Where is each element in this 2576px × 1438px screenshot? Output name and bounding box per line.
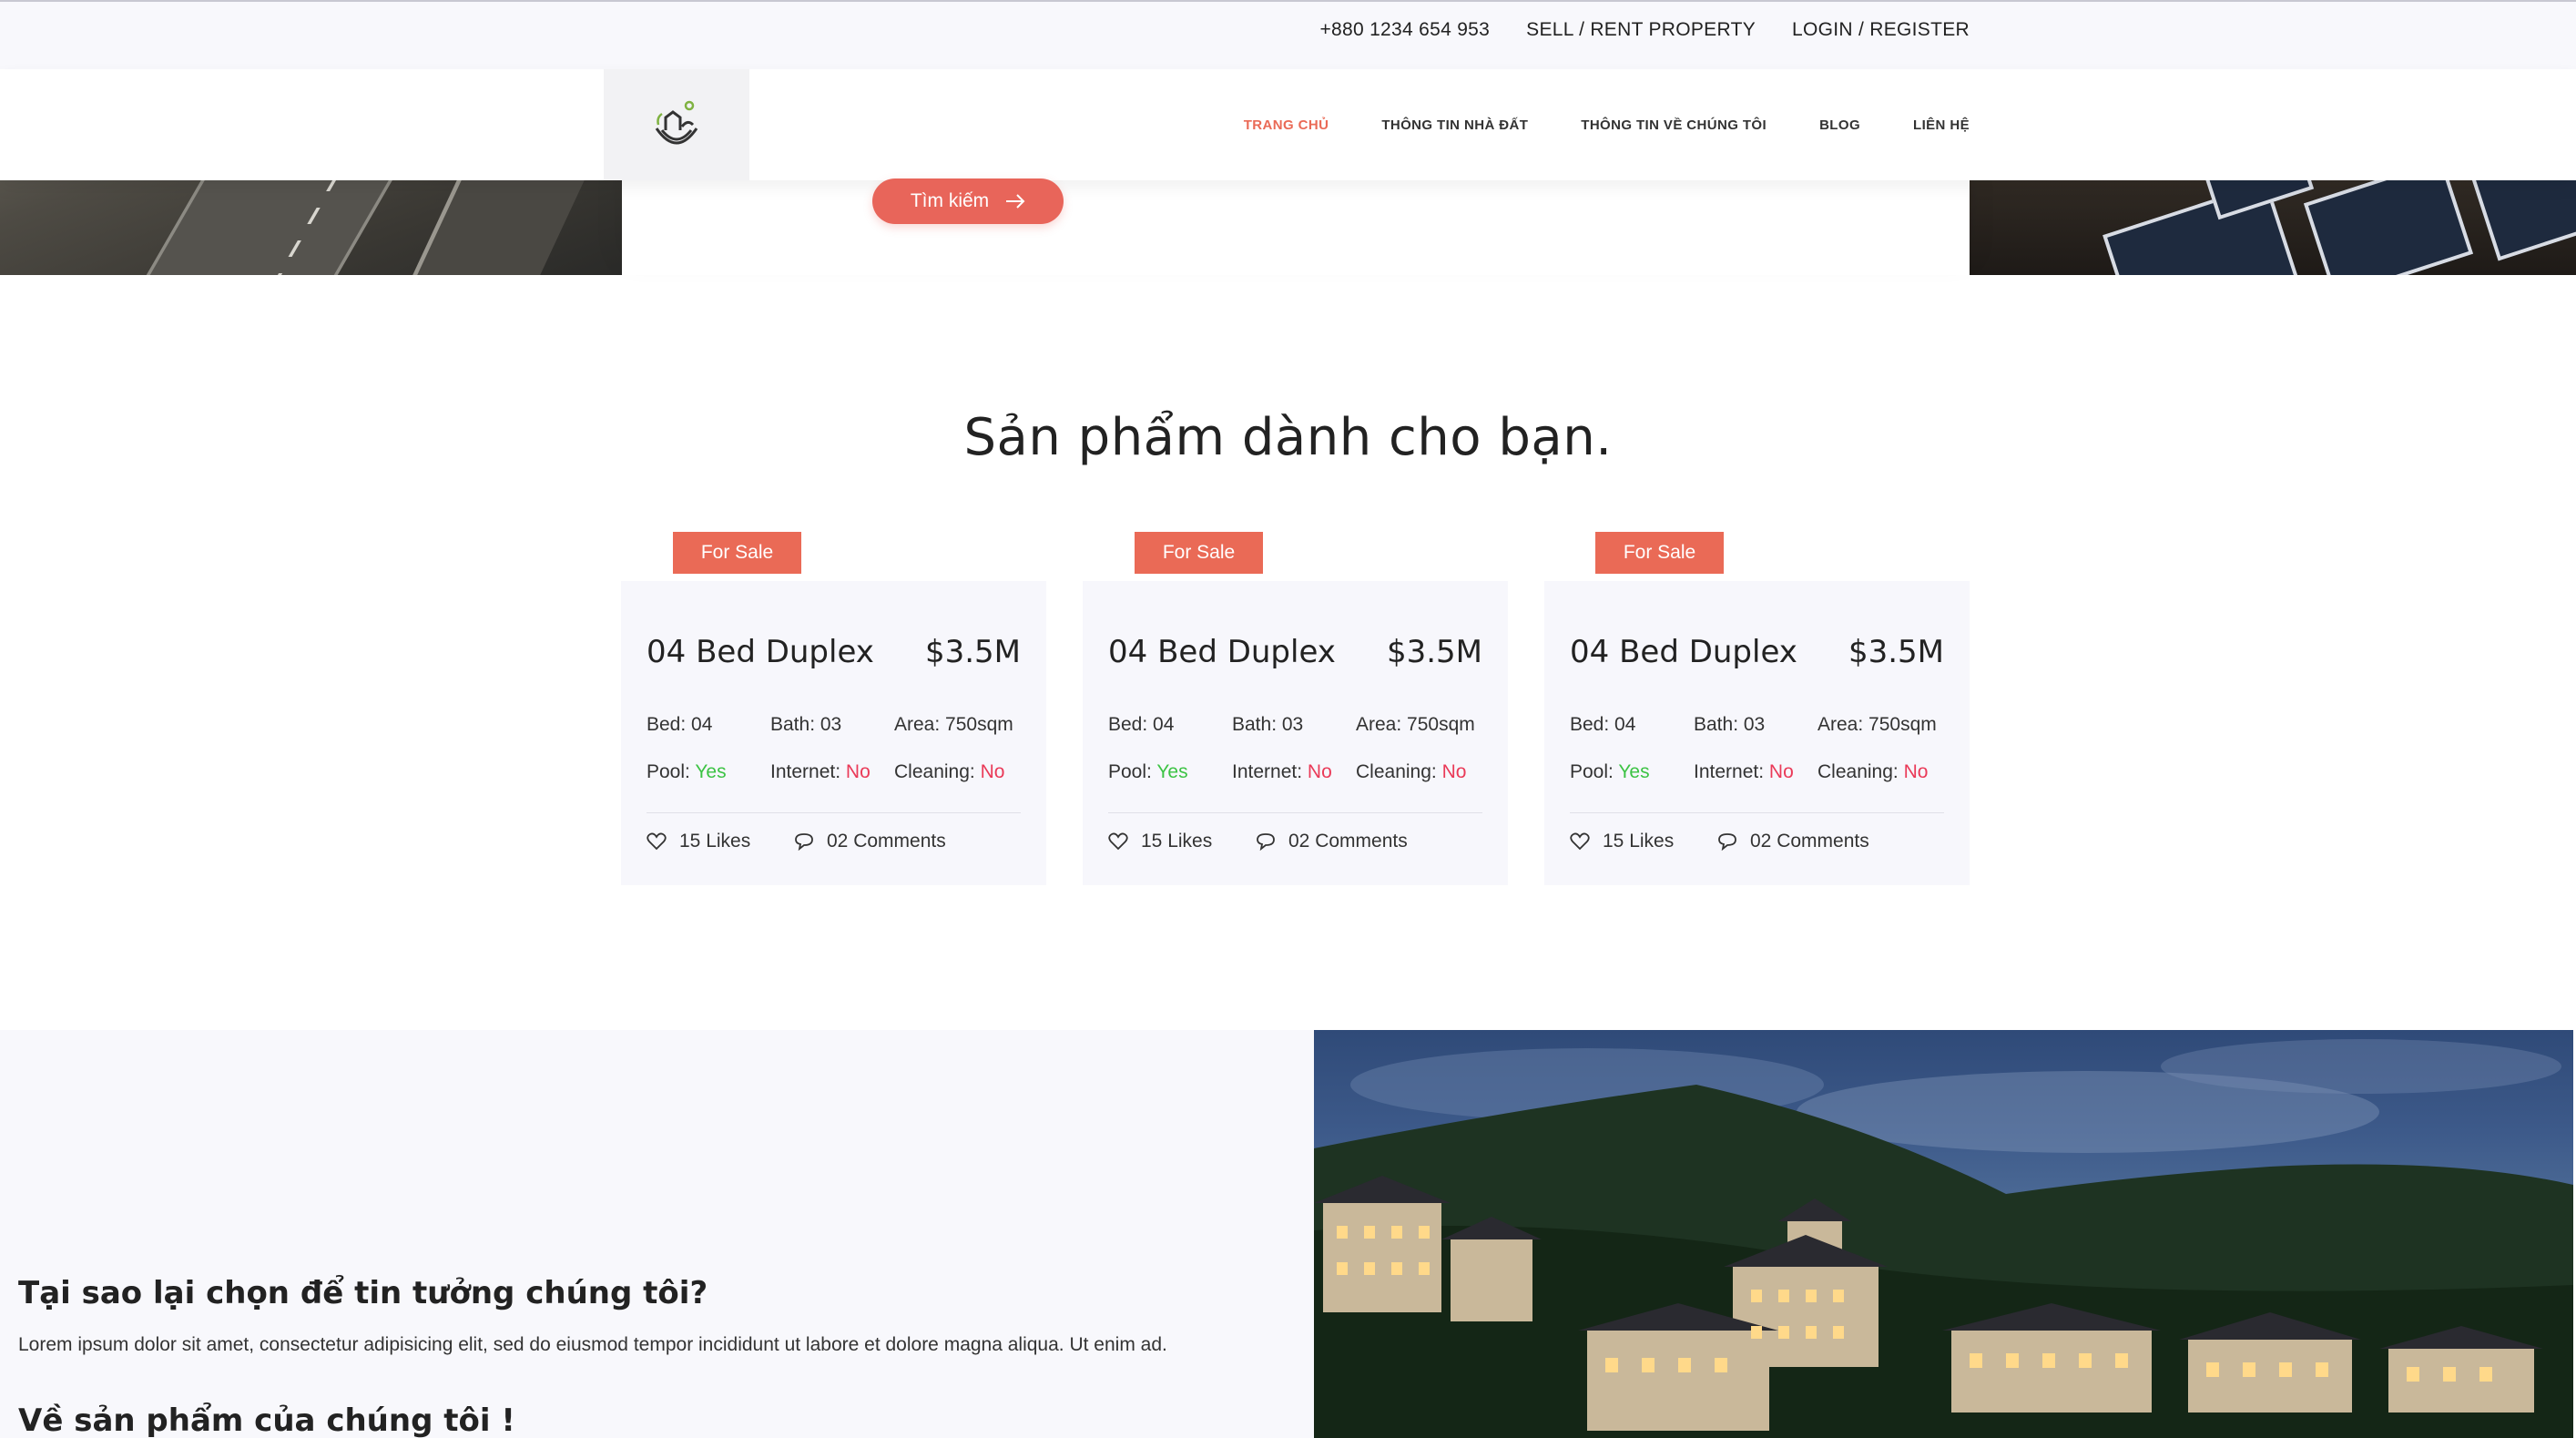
nav-menu: TRANG CHỦ THÔNG TIN NHÀ ĐẤT THÔNG TIN VỀ…	[1244, 69, 1970, 180]
comments-link[interactable]: 02 Comments	[1717, 831, 1869, 852]
bed-count: Bed: 04	[647, 714, 713, 735]
search-panel	[622, 178, 1970, 275]
products-section-title: Sản phẩm dành cho bạn.	[963, 408, 1613, 467]
area-value: Area: 750sqm	[894, 714, 1013, 735]
comments-link[interactable]: 02 Comments	[794, 831, 946, 852]
internet-spec: Internet: No	[770, 761, 871, 782]
internet-spec: Internet: No	[1232, 761, 1332, 782]
for-sale-badge: For Sale	[1135, 532, 1263, 574]
bath-count: Bath: 03	[1232, 714, 1304, 735]
bed-count: Bed: 04	[1108, 714, 1175, 735]
search-button-label: Tìm kiếm	[910, 190, 990, 211]
likes-link[interactable]: 15 Likes	[647, 831, 750, 852]
card-divider	[1570, 812, 1944, 813]
nav-item-about[interactable]: THÔNG TIN VỀ CHÚNG TÔI	[1581, 117, 1767, 133]
comments-count: 02 Comments	[1750, 831, 1869, 852]
for-sale-badge: For Sale	[673, 532, 801, 574]
comments-count: 02 Comments	[827, 831, 946, 852]
property-name[interactable]: 04 Bed Duplex	[647, 634, 874, 670]
card-divider	[647, 812, 1021, 813]
about-products-title: Về sản phẩm của chúng tôi !	[18, 1402, 515, 1438]
likes-count: 15 Likes	[679, 831, 751, 852]
top-bar: +880 1234 654 953 SELL / RENT PROPERTY L…	[0, 0, 2576, 69]
login-register-link[interactable]: LOGIN / REGISTER	[1792, 19, 1970, 41]
house-hand-logo-icon	[655, 100, 698, 145]
why-us-title: Tại sao lại chọn để tin tưởng chúng tôi?	[18, 1275, 708, 1311]
area-value: Area: 750sqm	[1356, 714, 1475, 735]
for-sale-badge: For Sale	[1595, 532, 1724, 574]
property-price: $3.5M	[1386, 634, 1482, 670]
nav-item-real-estate[interactable]: THÔNG TIN NHÀ ĐẤT	[1381, 117, 1528, 133]
pool-spec: Pool: Yes	[647, 761, 727, 782]
property-card[interactable]: 04 Bed Duplex $3.5M Bed: 04 Bath: 03 Are…	[1083, 581, 1508, 885]
bath-count: Bath: 03	[1694, 714, 1766, 735]
nav-item-blog[interactable]: BLOG	[1819, 117, 1860, 133]
comment-bubble-icon	[1257, 833, 1275, 851]
comments-count: 02 Comments	[1288, 831, 1408, 852]
property-price: $3.5M	[924, 634, 1021, 670]
main-navbar: TRANG CHỦ THÔNG TIN NHÀ ĐẤT THÔNG TIN VỀ…	[0, 69, 2576, 180]
bed-count: Bed: 04	[1570, 714, 1636, 735]
heart-icon	[1570, 832, 1590, 851]
comments-link[interactable]: 02 Comments	[1256, 831, 1408, 852]
resort-photo	[1314, 1030, 2573, 1438]
arrow-right-icon	[1006, 194, 1025, 209]
pool-spec: Pool: Yes	[1570, 761, 1650, 782]
heart-icon	[647, 832, 667, 851]
why-us-text: Lorem ipsum dolor sit amet, consectetur …	[18, 1334, 1167, 1355]
area-value: Area: 750sqm	[1817, 714, 1937, 735]
internet-spec: Internet: No	[1694, 761, 1794, 782]
site-logo[interactable]	[604, 69, 749, 180]
heart-icon	[1108, 832, 1128, 851]
nav-item-contact[interactable]: LIÊN HỆ	[1913, 117, 1970, 133]
comment-bubble-icon	[1718, 833, 1736, 851]
cleaning-spec: Cleaning: No	[894, 761, 1005, 782]
why-us-section	[0, 1030, 1314, 1438]
property-name[interactable]: 04 Bed Duplex	[1108, 634, 1336, 670]
bath-count: Bath: 03	[770, 714, 842, 735]
likes-count: 15 Likes	[1141, 831, 1213, 852]
sell-rent-link[interactable]: SELL / RENT PROPERTY	[1526, 19, 1756, 41]
search-button[interactable]: Tìm kiếm	[872, 178, 1064, 224]
pool-spec: Pool: Yes	[1108, 761, 1188, 782]
card-divider	[1108, 812, 1482, 813]
cleaning-spec: Cleaning: No	[1356, 761, 1467, 782]
nav-item-home[interactable]: TRANG CHỦ	[1244, 117, 1329, 133]
cleaning-spec: Cleaning: No	[1817, 761, 1929, 782]
likes-link[interactable]: 15 Likes	[1108, 831, 1212, 852]
likes-link[interactable]: 15 Likes	[1570, 831, 1674, 852]
property-price: $3.5M	[1848, 634, 1944, 670]
likes-count: 15 Likes	[1603, 831, 1675, 852]
property-card[interactable]: 04 Bed Duplex $3.5M Bed: 04 Bath: 03 Are…	[621, 581, 1046, 885]
property-card[interactable]: 04 Bed Duplex $3.5M Bed: 04 Bath: 03 Are…	[1544, 581, 1970, 885]
comment-bubble-icon	[795, 833, 813, 851]
property-name[interactable]: 04 Bed Duplex	[1570, 634, 1797, 670]
phone-number[interactable]: +880 1234 654 953	[1319, 19, 1490, 41]
